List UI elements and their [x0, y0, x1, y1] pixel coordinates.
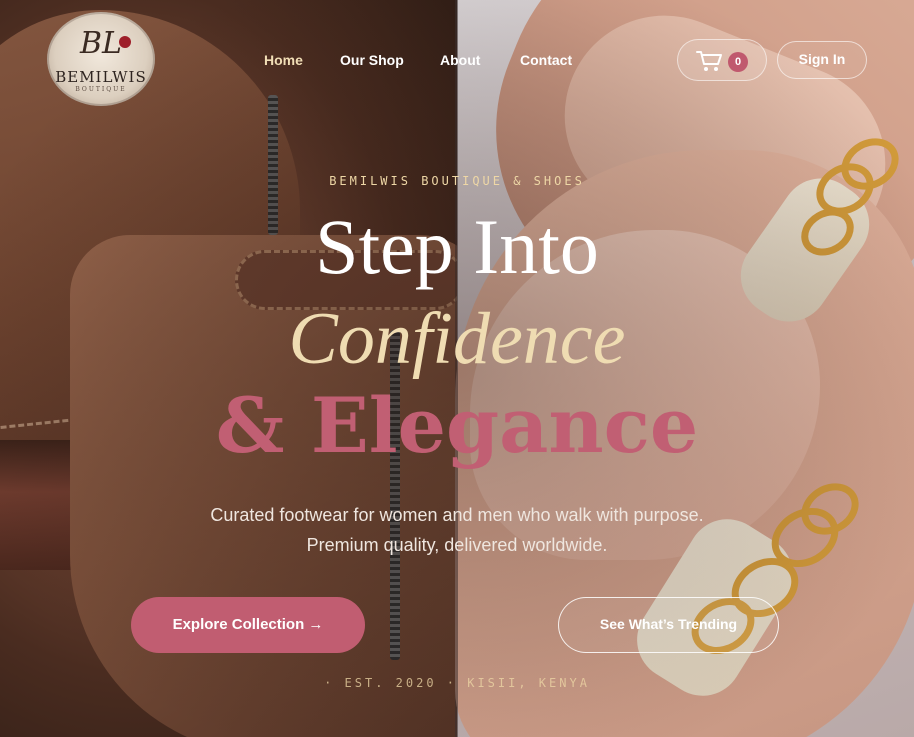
logo-emblem[interactable]: BL BEMILWIS BOUTIQUE — [47, 12, 155, 106]
cart-count-badge: 0 — [728, 52, 748, 72]
logo-monogram: BL — [80, 26, 122, 61]
nav-contact[interactable]: Contact — [520, 52, 572, 68]
rose-icon — [119, 36, 131, 48]
cart-button[interactable]: 0 — [677, 39, 767, 81]
hero-headline-line2: Confidence — [288, 298, 626, 380]
cart-icon — [696, 51, 722, 71]
hero-eyebrow: BEMILWIS BOUTIQUE & SHOES — [329, 174, 585, 188]
sign-in-button[interactable]: Sign In — [777, 41, 867, 79]
see-trending-button[interactable]: See What’s Trending — [558, 597, 779, 653]
logo-name: BEMILWIS — [55, 68, 147, 86]
hero-subtitle: Curated footwear for women and men who w… — [210, 505, 704, 555]
nav-about[interactable]: About — [440, 52, 480, 68]
nav-home[interactable]: Home — [264, 52, 303, 68]
hero-headline-line3: & Elegance — [215, 381, 699, 470]
explore-collection-button[interactable]: Explore Collection → — [131, 597, 365, 653]
logo-tagline: BOUTIQUE — [75, 86, 127, 93]
nav-our-shop[interactable]: Our Shop — [340, 52, 404, 68]
hero-headline-line1: Step Into — [315, 203, 599, 290]
hero-footnote: · EST. 2020 · KISII, KENYA — [324, 676, 590, 690]
